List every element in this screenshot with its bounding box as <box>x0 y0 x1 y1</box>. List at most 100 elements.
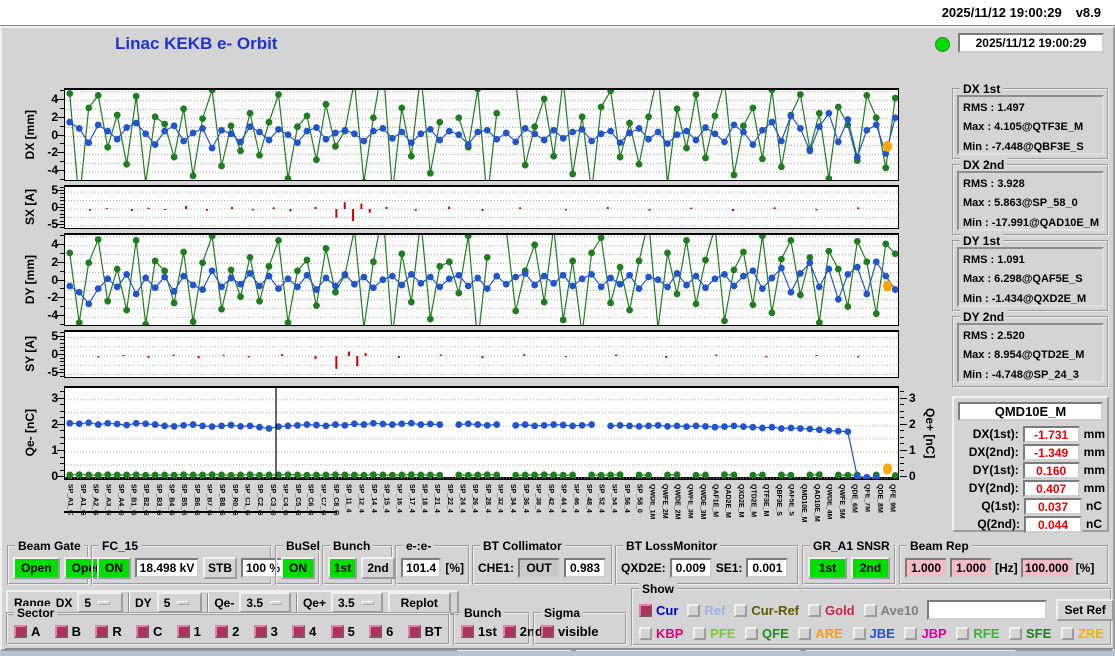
range-qem-dropdown[interactable]: 3.5 <box>239 592 291 613</box>
show-checkbox-sfe[interactable]: SFE <box>1009 626 1051 641</box>
qmd-row: Q(1st): 0.037 nC <box>956 497 1105 515</box>
qe-right-tick-mark <box>900 423 907 425</box>
sector-checkbox-1[interactable]: 1 <box>176 624 201 639</box>
xaxis-label: QFE_9M <box>888 484 896 513</box>
show-checkbox-cur[interactable]: Cur <box>639 603 678 618</box>
checkbox-label: 4 <box>309 624 317 639</box>
page-title: Linac KEKB e- Orbit <box>115 34 278 53</box>
range-dy-dropdown[interactable]: 5 <box>156 592 203 613</box>
sector-checkbox-3[interactable]: 3 <box>253 624 278 639</box>
sector-checkbox-bt[interactable]: BT <box>407 624 442 639</box>
checkbox-label: B <box>71 624 82 639</box>
qe-right-tick-label: 3 <box>909 390 916 405</box>
show-checkbox-jbe[interactable]: JBE <box>852 626 895 641</box>
beam-rep-title: Beam Rep <box>907 539 972 553</box>
xaxis-label: SP_44_4 <box>559 484 567 513</box>
show-checkbox-qfe[interactable]: QFE <box>745 626 789 641</box>
sector-checkbox-c[interactable]: C <box>135 624 162 639</box>
checkbox-icon <box>904 626 918 640</box>
xaxis-label: QDE_8M <box>876 484 884 513</box>
sector-checkbox-2[interactable]: 2 <box>215 624 239 639</box>
status-led-icon <box>935 37 950 52</box>
replot-button[interactable]: Replot <box>387 591 451 614</box>
xaxis-label: SP_22_4 <box>445 484 453 513</box>
sector-checkbox-a[interactable]: A <box>14 624 40 639</box>
range-qep-dropdown[interactable]: 3.5 <box>330 592 383 613</box>
sector-checkbox-b[interactable]: B <box>54 624 82 639</box>
timestamp-display: 2025/11/12 19:00:29 <box>958 33 1104 53</box>
dropdown-dash-icon <box>177 600 190 605</box>
fc15-stb-button[interactable]: STB <box>203 557 237 579</box>
busel-on-button[interactable]: ON <box>281 557 315 579</box>
ee-ratio-group: e-:e- 101.4 [%] <box>395 539 470 585</box>
sector-checkbox-4[interactable]: 4 <box>292 624 316 639</box>
sector-checkbox-5[interactable]: 5 <box>330 624 355 639</box>
checkbox-icon <box>541 625 554 638</box>
stat-line: Min : -1.434@QXD2E_M <box>963 292 1087 305</box>
show-checkbox-pfe[interactable]: PFE <box>693 626 735 641</box>
xaxis-label: SP_38_4 <box>534 484 542 513</box>
qmd-row: DY(1st): 0.160 mm <box>956 461 1105 479</box>
xaxis-label: SP_42_4 <box>547 484 555 513</box>
xaxis-label: SP_56_4 <box>622 484 630 513</box>
qe-right-minor-tick <box>900 410 904 412</box>
fc15-on-button[interactable]: ON <box>97 557 131 579</box>
set-ref-button[interactable]: Set Ref <box>1056 599 1114 621</box>
checkbox-label: Cur-Ref <box>751 602 800 618</box>
show-checkbox-jbp[interactable]: JBP <box>904 626 947 641</box>
checkbox-icon <box>461 625 474 638</box>
show-checkbox-ref[interactable]: Ref <box>687 603 725 618</box>
ref-name-input[interactable] <box>927 600 1048 620</box>
show-checkbox-zre[interactable]: ZRE <box>1060 625 1104 641</box>
show-checkbox-are[interactable]: ARE <box>798 625 843 641</box>
stat-line: Max : 4.105@QTF3E_M <box>963 121 1084 134</box>
qmd-row-label: DY(2nd): <box>968 481 1019 495</box>
dropdown-dash-icon <box>98 600 111 605</box>
stat-line: RMS : 3.928 <box>963 178 1025 190</box>
checkbox-label: SFE <box>1026 625 1052 641</box>
beam-gate-open-button-1[interactable]: Open <box>13 557 60 579</box>
xaxis-underline <box>64 511 337 513</box>
bunch-1st-button[interactable]: 1st <box>328 557 358 579</box>
show-checkbox-gold[interactable]: Gold <box>808 603 855 618</box>
qmd-row-value: -1.731 <box>1022 425 1080 443</box>
dx-tick-label: -2 <box>47 145 58 160</box>
xaxis-label: SP_16_4 <box>395 484 403 513</box>
stat-line: Min : -17.991@QAD10E_M <box>963 216 1100 229</box>
stats-group-title: DY 1st <box>960 234 1004 248</box>
dy-tick-label: 4 <box>51 236 58 251</box>
sy-plot <box>64 330 899 378</box>
sector-checkbox-r[interactable]: R <box>95 624 122 639</box>
show-checkbox-ave10[interactable]: Ave10 <box>863 603 918 618</box>
checkbox-label: ARE <box>815 625 843 641</box>
xaxis-label: SP_36_4 <box>521 484 529 513</box>
show-checkbox-cur-ref[interactable]: Cur-Ref <box>734 603 799 618</box>
checkbox-label: Gold <box>825 602 855 618</box>
sector-checkbox-6[interactable]: 6 <box>369 624 393 639</box>
stats-group-dx-1st: DX 1st RMS : 1.497 Max : 4.105@QTF3E_M Min … <box>952 82 1109 160</box>
show-title: Show <box>639 582 677 596</box>
range-dx-dropdown[interactable]: 5 <box>77 592 124 613</box>
checkbox-icon <box>808 603 822 617</box>
show-checkbox-kbp[interactable]: KBP <box>639 626 683 641</box>
xaxis-label: SP_58_0 <box>635 484 643 513</box>
topbar-clock: 2025/11/12 19:00:29 <box>941 5 1062 20</box>
gr-a1-snsr-1st-button[interactable]: 1st <box>808 557 847 579</box>
bunch-2nd-button[interactable]: 2nd <box>361 557 395 579</box>
sy-tick-mark <box>57 372 64 374</box>
show-checkbox-rfe[interactable]: RFE <box>956 626 999 641</box>
bt-lossmonitor-group: BT LossMonitor QXD2E: 0.009 SE1: 0.001 <box>615 539 799 585</box>
gr-a1-snsr-2nd-button[interactable]: 2nd <box>851 557 890 579</box>
qmd-row-label: DX(1st): <box>972 427 1019 441</box>
checkbox-label: ZRE <box>1077 625 1104 641</box>
xaxis-label: SP_18_4 <box>420 484 428 513</box>
stats-group-values: RMS : 3.928 Max : 5.863@SP_58_0 Min : -17.… <box>957 171 1104 231</box>
stats-group-dy-2nd: DY 2nd RMS : 2.520 Max : 8.954@QTD2E_M Min … <box>952 310 1109 388</box>
sx-tick-label: 5 <box>51 183 58 198</box>
qe-tick-mark <box>57 449 64 451</box>
bunch-checkbox-1st[interactable]: 1st <box>461 624 497 639</box>
bt-collimator-che1-label: CHE1: <box>478 561 515 575</box>
bt-loss-qxd2e-label: QXD2E: <box>621 561 666 575</box>
sigma-visible-checkbox[interactable]: visible <box>541 624 598 639</box>
qe-plot <box>64 386 899 480</box>
